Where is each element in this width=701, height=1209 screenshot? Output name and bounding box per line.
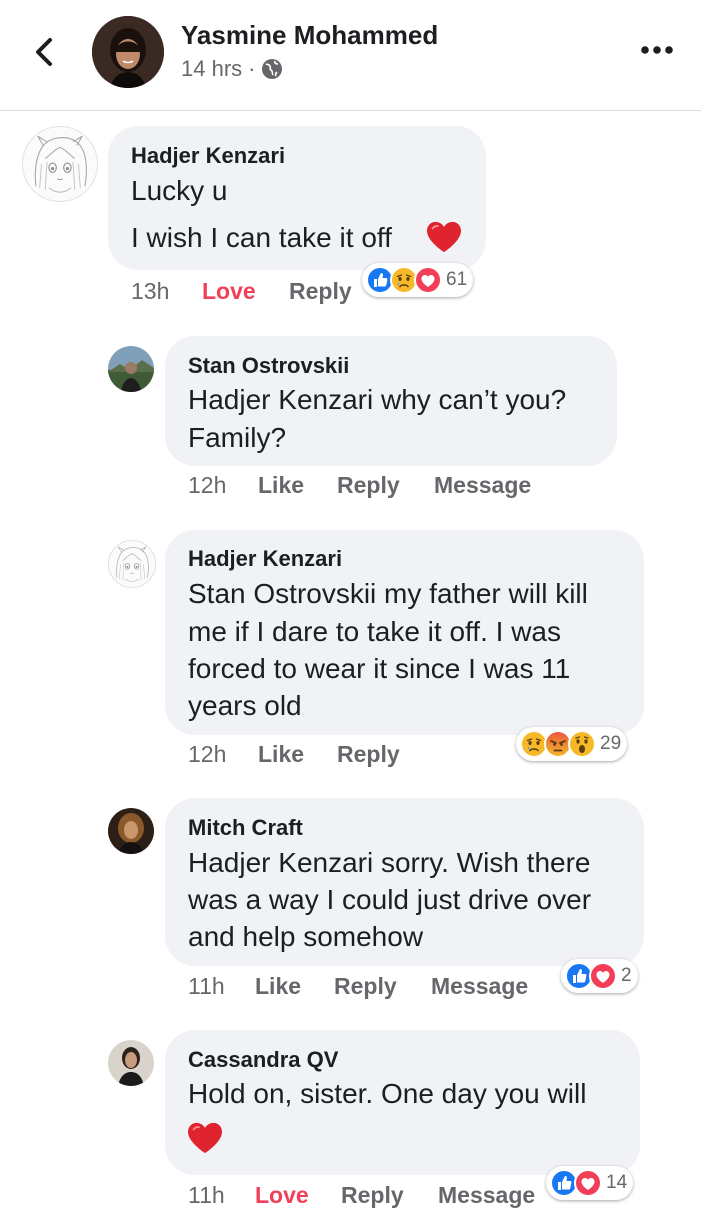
comment-text: Hold on, sister. One day you will <box>188 1078 587 1109</box>
reply-action[interactable]: Reply <box>341 1182 404 1209</box>
poster-name[interactable]: Yasmine Mohammed <box>181 20 438 51</box>
comment-author[interactable]: Hadjer Kenzari <box>131 143 285 169</box>
comment-text: was a way I could just drive over <box>188 884 592 915</box>
like-action[interactable]: Like <box>255 973 301 1000</box>
comment-text: me if I dare to take it off. I was <box>188 616 561 647</box>
reply-action[interactable]: Reply <box>289 278 352 305</box>
meta-separator: · <box>248 56 256 81</box>
reply-action[interactable]: Reply <box>337 472 400 499</box>
love-reaction-icon <box>574 1169 602 1197</box>
comment-text: and help somehow <box>188 921 424 952</box>
message-action[interactable]: Message <box>431 973 528 1000</box>
commenter-avatar[interactable] <box>22 126 98 202</box>
comment-text: Family? <box>188 422 287 453</box>
comment-time[interactable]: 11h <box>188 1182 225 1209</box>
post-meta: 14 hrs · <box>181 56 283 82</box>
love-reaction-icon <box>414 266 442 294</box>
post-time[interactable]: 14 hrs <box>181 56 242 82</box>
heart-emoji-icon <box>425 220 463 254</box>
reply-action[interactable]: Reply <box>334 973 397 1000</box>
reaction-summary[interactable]: 29 <box>516 727 628 761</box>
love-reaction-icon <box>589 962 617 990</box>
commenter-avatar[interactable] <box>108 540 156 588</box>
reply-action[interactable]: Reply <box>337 741 400 768</box>
reaction-count: 2 <box>621 965 632 986</box>
commenter-avatar[interactable] <box>108 808 154 854</box>
comment-time[interactable]: 13h <box>131 278 169 305</box>
back-arrow-icon[interactable] <box>28 36 60 68</box>
reaction-summary[interactable]: 61 <box>362 263 474 297</box>
comment-author[interactable]: Cassandra QV <box>188 1047 338 1073</box>
comment-author[interactable]: Stan Ostrovskii <box>188 353 349 379</box>
comment-text: Stan Ostrovskii my father will kill <box>188 578 588 609</box>
comment-text: forced to wear it since I was 11 <box>188 653 571 684</box>
love-action[interactable]: Love <box>202 278 256 305</box>
comment-time[interactable]: 12h <box>188 472 226 499</box>
love-action[interactable]: Love <box>255 1182 309 1209</box>
message-action[interactable]: Message <box>438 1182 535 1209</box>
commenter-avatar[interactable] <box>108 346 154 392</box>
comment-time[interactable]: 12h <box>188 741 226 768</box>
commenter-avatar[interactable] <box>108 1040 154 1086</box>
post-header: Yasmine Mohammed 14 hrs · <box>0 0 701 111</box>
reaction-count: 61 <box>446 269 468 290</box>
wow-reaction-icon <box>568 730 596 758</box>
reaction-count: 29 <box>600 733 622 754</box>
message-action[interactable]: Message <box>434 472 531 499</box>
comment-text: Hadjer Kenzari why can’t you? <box>188 384 567 415</box>
poster-avatar[interactable] <box>92 16 164 88</box>
reaction-summary[interactable]: 14 <box>546 1166 634 1200</box>
heart-emoji-icon <box>186 1121 224 1155</box>
comment-time[interactable]: 11h <box>188 973 225 1000</box>
comment-text: I wish I can take it off <box>131 222 392 253</box>
reaction-count: 14 <box>606 1172 628 1193</box>
globe-icon <box>262 59 283 79</box>
comment-text: Lucky u <box>131 175 228 206</box>
more-options-icon[interactable] <box>637 38 677 62</box>
comment-author[interactable]: Hadjer Kenzari <box>188 546 342 572</box>
like-action[interactable]: Like <box>258 741 304 768</box>
comment-text: Hadjer Kenzari sorry. Wish there <box>188 847 591 878</box>
like-action[interactable]: Like <box>258 472 304 499</box>
comment-author[interactable]: Mitch Craft <box>188 815 303 841</box>
comment-text: years old <box>188 690 302 721</box>
reaction-summary[interactable]: 2 <box>561 959 638 993</box>
